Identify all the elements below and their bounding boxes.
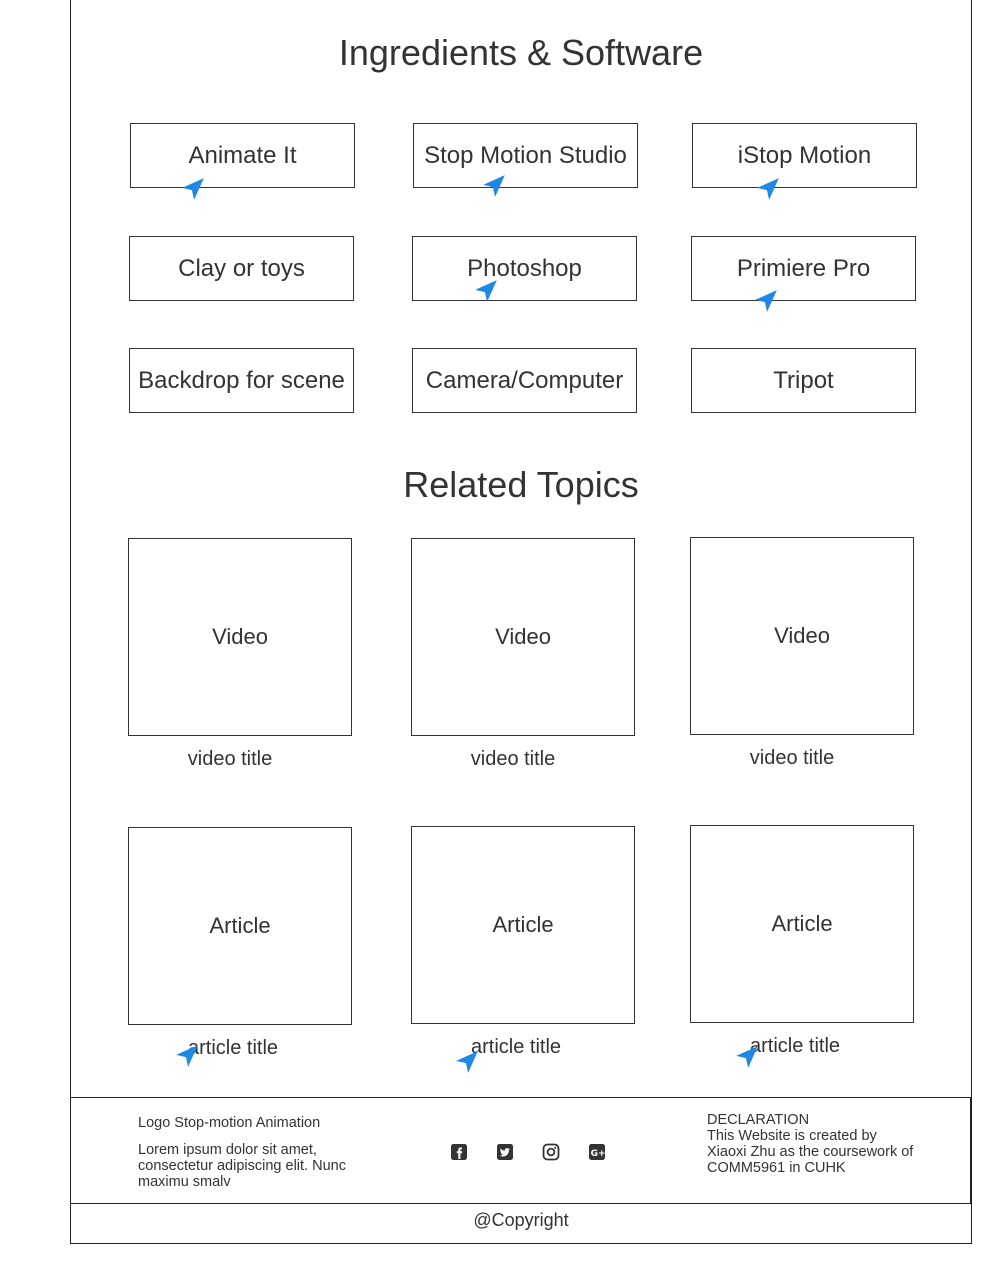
video-title-3[interactable]: video title [690,747,894,770]
ingredient-istop-motion[interactable]: iStop Motion [692,123,917,188]
article-card-label: Article [771,911,833,936]
footer-description: Lorem ipsum dolor sit amet, consectetur … [138,1142,346,1190]
ingredients-heading: Ingredients & Software [338,32,704,73]
article-card-label: Article [209,913,271,938]
facebook-icon[interactable] [449,1142,469,1162]
video-title-2[interactable]: video title [411,748,615,771]
ingredient-backdrop[interactable]: Backdrop for scene [129,348,354,413]
ingredient-stop-motion-studio[interactable]: Stop Motion Studio [413,123,638,188]
video-card-3[interactable]: Video [690,537,914,735]
ingredient-clay-or-toys[interactable]: Clay or toys [129,236,354,301]
footer-declaration: DECLARATION This Website is created by X… [707,1112,914,1176]
video-card-2[interactable]: Video [411,538,635,736]
instagram-icon[interactable] [541,1142,561,1162]
twitter-icon[interactable] [495,1142,515,1162]
video-card-label: Video [495,624,551,649]
footer-logo[interactable]: Logo Stop-motion Animation [138,1115,320,1131]
article-title-1[interactable]: article title [131,1037,335,1060]
article-title-2[interactable]: article title [414,1036,618,1059]
ingredient-tripot[interactable]: Tripot [691,348,916,413]
google-plus-icon[interactable]: G+ [587,1142,607,1162]
ingredient-camera-computer[interactable]: Camera/Computer [412,348,637,413]
ingredient-animate-it[interactable]: Animate It [130,123,355,188]
social-icons: G+ [449,1142,607,1162]
ingredient-photoshop[interactable]: Photoshop [412,236,637,301]
video-card-label: Video [212,624,268,649]
related-topics-heading: Related Topics [403,464,639,505]
article-card-label: Article [492,912,554,937]
video-card-label: Video [774,623,830,648]
footer: Logo Stop-motion Animation Lorem ipsum d… [70,1097,971,1204]
article-card-2[interactable]: Article [411,826,635,1024]
video-card-1[interactable]: Video [128,538,352,736]
video-title-1[interactable]: video title [128,748,332,771]
svg-text:G+: G+ [591,1149,606,1159]
article-card-3[interactable]: Article [690,825,914,1023]
article-title-3[interactable]: article title [693,1035,897,1058]
copyright-text: @Copyright [473,1210,569,1230]
ingredient-primiere-pro[interactable]: Primiere Pro [691,236,916,301]
article-card-1[interactable]: Article [128,827,352,1025]
